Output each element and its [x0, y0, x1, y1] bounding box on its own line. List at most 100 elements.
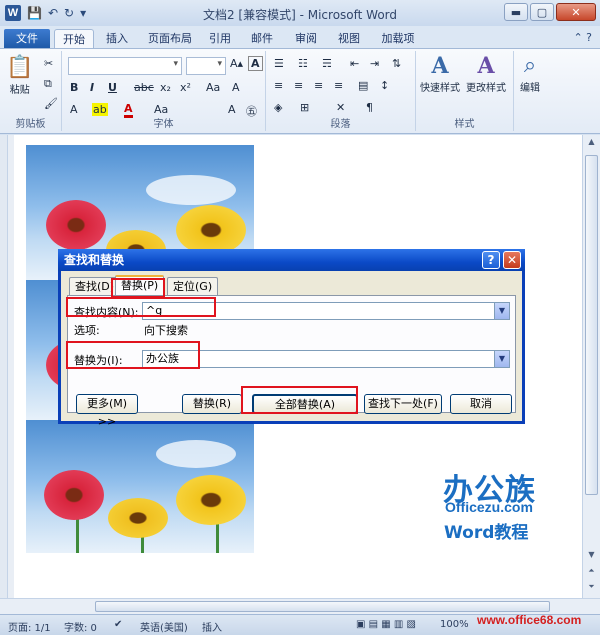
tab-home[interactable]: 开始: [54, 29, 94, 48]
grow-font-icon[interactable]: A▴: [230, 57, 243, 70]
scroll-down-icon[interactable]: ▼: [585, 550, 598, 564]
tab-references[interactable]: 引用: [204, 29, 236, 48]
italic-button[interactable]: I: [90, 81, 94, 94]
chevron-down-icon[interactable]: ▼: [494, 351, 509, 367]
next-page-icon[interactable]: ⏷: [585, 582, 598, 596]
underline-button[interactable]: U: [108, 81, 117, 94]
proofing-icon[interactable]: ✔: [114, 619, 122, 630]
format-painter-icon[interactable]: 🖌: [44, 97, 58, 110]
watermark-site: Officezu.com: [445, 499, 533, 515]
clear-format-icon[interactable]: A: [248, 56, 263, 71]
font-size-combo[interactable]: [186, 57, 226, 75]
change-case-icon[interactable]: Aa: [206, 81, 220, 94]
minimize-icon[interactable]: ▬: [504, 3, 528, 21]
tab-mailings[interactable]: 邮件: [246, 29, 278, 48]
align-left-icon[interactable]: ≡: [274, 79, 283, 92]
quick-styles-icon: A: [431, 53, 449, 79]
styles-group: A 快速样式 A 更改样式 样式: [416, 51, 514, 131]
document-image[interactable]: [26, 420, 254, 553]
horizontal-scrollbar[interactable]: [0, 598, 600, 614]
ribbon-tabs: 文件 开始 插入 页面布局 引用 邮件 审阅 视图 加载项 ⌃ ?: [0, 26, 600, 48]
word-count[interactable]: 字数: 0: [64, 619, 97, 634]
binoculars-icon: ⌕: [523, 53, 537, 78]
language[interactable]: 英语(美国): [140, 619, 188, 634]
dialog-title: 查找和替换: [58, 249, 525, 271]
replace-button[interactable]: 替换(R): [182, 394, 242, 414]
close-icon[interactable]: ✕: [556, 3, 596, 21]
dialog-close-icon[interactable]: ✕: [503, 251, 521, 269]
shading-icon[interactable]: ◈: [274, 101, 282, 114]
strikethrough-button[interactable]: abc: [134, 81, 154, 94]
tab-goto[interactable]: 定位(G): [167, 277, 219, 295]
cloud: [156, 440, 236, 468]
scrollbar-thumb[interactable]: [95, 601, 550, 612]
vertical-ruler: [0, 135, 8, 598]
zoom-level[interactable]: 100%: [440, 619, 469, 630]
ribbon-help-icons[interactable]: ⌃ ?: [573, 31, 592, 44]
chinese-layout-icon[interactable]: ✕: [336, 101, 345, 114]
maximize-icon[interactable]: ▢: [530, 3, 554, 21]
cut-icon[interactable]: ✂: [44, 57, 53, 70]
yellow-flower: [108, 498, 168, 538]
save-icon[interactable]: 💾: [27, 6, 42, 20]
chevron-down-icon[interactable]: ▼: [494, 303, 509, 319]
bullets-icon[interactable]: ☰: [274, 57, 284, 70]
borders-icon[interactable]: ⊞: [300, 101, 309, 114]
increase-indent-icon[interactable]: ⇥: [370, 57, 379, 70]
clipboard-group: 📋 粘贴 ✂ ⧉ 🖌 剪贴板: [0, 51, 62, 131]
word-app-icon[interactable]: W: [5, 5, 21, 21]
align-right-icon[interactable]: ≡: [314, 79, 323, 92]
tab-page-layout[interactable]: 页面布局: [142, 29, 198, 48]
font-name-combo[interactable]: [68, 57, 182, 75]
more-button[interactable]: 更多(M) >>: [76, 394, 138, 428]
justify-icon[interactable]: ≡: [334, 79, 343, 92]
decrease-indent-icon[interactable]: ⇤: [350, 57, 359, 70]
options-value: 向下搜索: [144, 324, 188, 337]
tab-insert[interactable]: 插入: [100, 29, 134, 48]
group-label: 字体: [153, 119, 174, 130]
tab-review[interactable]: 审阅: [290, 29, 322, 48]
tab-view[interactable]: 视图: [333, 29, 365, 48]
multilevel-icon[interactable]: ☴: [322, 57, 332, 70]
paste-button[interactable]: 📋 粘贴: [6, 55, 33, 96]
scrollbar-thumb[interactable]: [585, 155, 598, 495]
cancel-button[interactable]: 取消: [450, 394, 512, 414]
align-center-icon[interactable]: ≡: [294, 79, 303, 92]
line-spacing-icon[interactable]: ↕: [380, 79, 389, 92]
title-bar: W 💾 ↶ ↻ ▾ 文档2 [兼容模式] - Microsoft Word ▬ …: [0, 0, 600, 26]
bold-button[interactable]: B: [70, 81, 78, 94]
copy-icon[interactable]: ⧉: [44, 77, 52, 91]
find-next-button[interactable]: 查找下一处(F): [364, 394, 442, 414]
font-group: A▴ A B I U abc x₂ x² Aa A A ab A Aa A ㊄ …: [62, 51, 266, 131]
page-count[interactable]: 页面: 1/1: [8, 619, 51, 634]
quick-styles-button[interactable]: A 快速样式: [420, 53, 460, 94]
customize-qat-icon[interactable]: ▾: [80, 6, 86, 20]
subscript-button[interactable]: x₂: [160, 81, 171, 94]
distributed-icon[interactable]: ▤: [358, 79, 368, 92]
insert-mode[interactable]: 插入: [202, 619, 222, 634]
paste-icon: 📋: [6, 55, 34, 80]
redo-icon[interactable]: ↻: [64, 6, 74, 20]
highlight-find-field: [66, 297, 216, 317]
numbering-icon[interactable]: ☷: [298, 57, 308, 70]
view-buttons[interactable]: ▣ ▤ ▦ ▥ ▧: [356, 619, 416, 630]
red-flower: [44, 470, 104, 520]
editing-group: ⌕ 编辑: [514, 51, 554, 131]
change-styles-button[interactable]: A 更改样式: [466, 53, 506, 94]
scroll-up-icon[interactable]: ▲: [585, 137, 598, 151]
text-effects-icon[interactable]: A: [232, 81, 240, 94]
cloud: [146, 175, 236, 205]
editing-button[interactable]: ⌕ 编辑: [520, 53, 540, 94]
sort-icon[interactable]: ⇅: [392, 57, 401, 70]
tab-file[interactable]: 文件: [4, 29, 50, 48]
ribbon: 📋 粘贴 ✂ ⧉ 🖌 剪贴板 A▴ A B I U abc x₂ x² Aa A…: [0, 48, 600, 134]
superscript-button[interactable]: x²: [180, 81, 191, 94]
undo-icon[interactable]: ↶: [48, 6, 58, 20]
watermark-word: Word教程: [444, 523, 529, 543]
tab-addins[interactable]: 加载项: [376, 29, 420, 48]
help-icon[interactable]: ?: [482, 251, 500, 269]
vertical-scrollbar[interactable]: ▲ ▼ ⏶ ⏷: [582, 135, 600, 598]
prev-page-icon[interactable]: ⏶: [585, 566, 598, 580]
show-marks-icon[interactable]: ¶: [366, 101, 373, 114]
yellow-flower: [176, 205, 246, 255]
